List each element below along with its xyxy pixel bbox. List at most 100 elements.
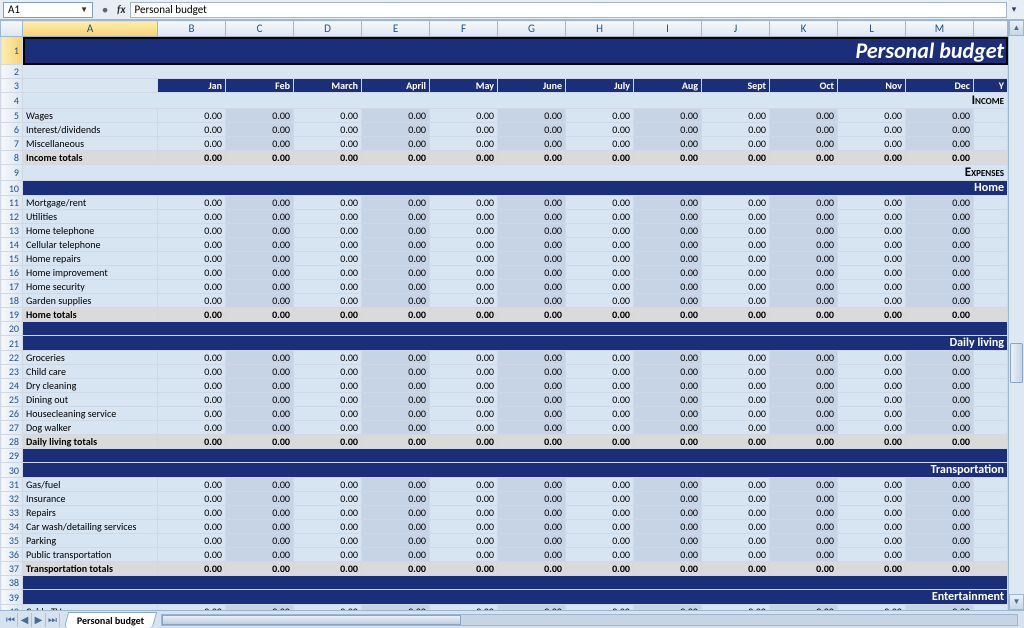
row-header[interactable]: 32	[1, 492, 23, 506]
row-label[interactable]: Utilities	[23, 210, 158, 224]
cell[interactable]	[974, 548, 1008, 562]
col-header[interactable]: H	[566, 21, 634, 37]
cell[interactable]	[974, 151, 1008, 165]
cell[interactable]: 0.00	[566, 562, 634, 576]
cell[interactable]: 0.00	[770, 435, 838, 449]
row-header[interactable]: 1	[1, 37, 23, 65]
cell[interactable]: 0.00	[362, 520, 430, 534]
cell[interactable]: 0.00	[430, 266, 498, 280]
month-header[interactable]: April	[362, 79, 430, 93]
cell[interactable]: 0.00	[770, 280, 838, 294]
cell[interactable]: 0.00	[838, 562, 906, 576]
cell[interactable]: 0.00	[294, 123, 362, 137]
cell[interactable]: 0.00	[430, 492, 498, 506]
col-header[interactable]: M	[906, 21, 974, 37]
cell[interactable]: 0.00	[770, 407, 838, 421]
formula-input[interactable]: Personal budget	[130, 2, 1007, 18]
cell[interactable]: 0.00	[702, 210, 770, 224]
cell[interactable]: 0.00	[702, 280, 770, 294]
cell[interactable]: 0.00	[634, 280, 702, 294]
cell[interactable]: 0.00	[430, 196, 498, 210]
cell[interactable]: 0.00	[158, 151, 226, 165]
row-header[interactable]: 33	[1, 506, 23, 520]
cell[interactable]: 0.00	[838, 534, 906, 548]
cell[interactable]: 0.00	[566, 308, 634, 322]
cell[interactable]: 0.00	[430, 210, 498, 224]
cell[interactable]: 0.00	[498, 123, 566, 137]
cell[interactable]: 0.00	[634, 238, 702, 252]
cell[interactable]: 0.00	[770, 123, 838, 137]
cell[interactable]: 0.00	[362, 224, 430, 238]
row-header[interactable]: 35	[1, 534, 23, 548]
cell[interactable]: 0.00	[294, 534, 362, 548]
row-header[interactable]: 10	[1, 181, 23, 196]
row-header[interactable]: 24	[1, 379, 23, 393]
row-label[interactable]: Garden supplies	[23, 294, 158, 308]
cell[interactable]: 0.00	[566, 151, 634, 165]
cell[interactable]: 0.00	[294, 238, 362, 252]
cell[interactable]: 0.00	[906, 224, 974, 238]
cell[interactable]: 0.00	[906, 210, 974, 224]
cell[interactable]: 0.00	[770, 534, 838, 548]
cell[interactable]: 0.00	[906, 365, 974, 379]
cell[interactable]: 0.00	[566, 379, 634, 393]
cell[interactable]: 0.00	[226, 492, 294, 506]
cell[interactable]: 0.00	[430, 421, 498, 435]
cell[interactable]: 0.00	[838, 151, 906, 165]
cell[interactable]: 0.00	[158, 137, 226, 151]
horizontal-scrollbar[interactable]	[161, 614, 1018, 626]
cell[interactable]: 0.00	[158, 506, 226, 520]
cell[interactable]: 0.00	[906, 196, 974, 210]
cell[interactable]: 0.00	[226, 252, 294, 266]
cell[interactable]: 0.00	[566, 435, 634, 449]
cell[interactable]: 0.00	[566, 280, 634, 294]
cell[interactable]: 0.00	[226, 534, 294, 548]
row-label[interactable]: Mortgage/rent	[23, 196, 158, 210]
row-label[interactable]: Home security	[23, 280, 158, 294]
cell[interactable]	[974, 280, 1008, 294]
spreadsheet-grid[interactable]: ABCDEFGHIJKLM1Personal budget23JanFebMar…	[0, 20, 1008, 610]
cell[interactable]: 0.00	[838, 365, 906, 379]
cell[interactable]: 0.00	[498, 492, 566, 506]
cell[interactable]: 0.00	[362, 435, 430, 449]
cell[interactable]: 0.00	[226, 379, 294, 393]
cell[interactable]: 0.00	[430, 520, 498, 534]
cell[interactable]: 0.00	[634, 548, 702, 562]
cell[interactable]: 0.00	[362, 109, 430, 123]
cell[interactable]	[974, 308, 1008, 322]
tab-first-icon[interactable]: ⏮	[4, 613, 18, 627]
cell[interactable]: 0.00	[702, 351, 770, 365]
cell[interactable]: 0.00	[498, 196, 566, 210]
totals-label[interactable]: Transportation totals	[23, 562, 158, 576]
cell[interactable]: 0.00	[838, 252, 906, 266]
cell[interactable]: 0.00	[838, 520, 906, 534]
cell[interactable]: 0.00	[158, 393, 226, 407]
cell[interactable]: 0.00	[906, 280, 974, 294]
cell[interactable]	[974, 478, 1008, 492]
cell[interactable]: 0.00	[634, 252, 702, 266]
cell[interactable]: 0.00	[362, 548, 430, 562]
cell[interactable]: 0.00	[498, 252, 566, 266]
row-header[interactable]: 13	[1, 224, 23, 238]
row-header[interactable]: 36	[1, 548, 23, 562]
cell[interactable]: 0.00	[634, 407, 702, 421]
cell[interactable]: 0.00	[158, 520, 226, 534]
col-header[interactable]: D	[294, 21, 362, 37]
cell[interactable]: 0.00	[838, 492, 906, 506]
row-label[interactable]: Home repairs	[23, 252, 158, 266]
cell[interactable]: 0.00	[430, 365, 498, 379]
cell[interactable]: 0.00	[158, 280, 226, 294]
cell[interactable]: 0.00	[362, 266, 430, 280]
cell[interactable]: 0.00	[702, 562, 770, 576]
cell[interactable]: 0.00	[906, 379, 974, 393]
cell[interactable]: 0.00	[906, 238, 974, 252]
cell[interactable]: 0.00	[226, 308, 294, 322]
cell[interactable]: 0.00	[770, 393, 838, 407]
cell[interactable]: 0.00	[498, 421, 566, 435]
cell[interactable]: 0.00	[362, 280, 430, 294]
cell[interactable]: 0.00	[498, 308, 566, 322]
cell[interactable]: 0.00	[838, 435, 906, 449]
sheet-tab-active[interactable]: Personal budget	[64, 612, 157, 628]
cell[interactable]: 0.00	[770, 151, 838, 165]
cell[interactable]: 0.00	[362, 562, 430, 576]
